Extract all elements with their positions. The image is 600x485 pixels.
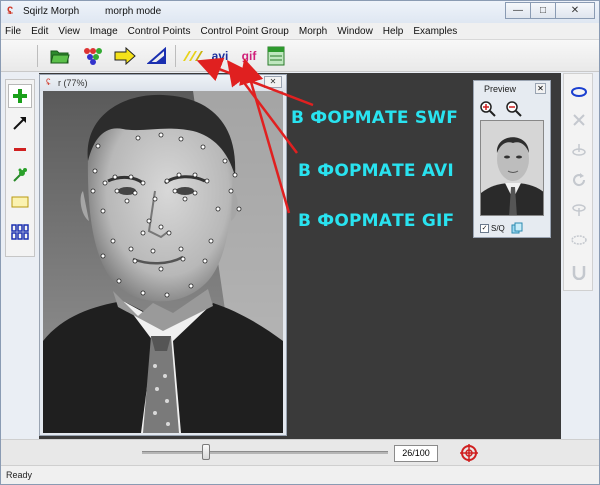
image-window-title: r (77%) xyxy=(58,78,88,88)
folder-icon xyxy=(50,50,70,64)
toolbar: avi gif xyxy=(1,40,599,72)
move-point-tool[interactable] xyxy=(8,163,32,187)
annotation-gif: В ФОРМАТЕ GIF xyxy=(298,211,455,231)
status-text: Ready xyxy=(6,470,33,480)
menu-bar: File Edit View Image Control Points Cont… xyxy=(1,23,599,40)
preview-window[interactable]: Preview ✕ ✓ S/Q xyxy=(473,80,551,238)
zoom-out-icon[interactable] xyxy=(506,101,522,117)
toolbar-separator xyxy=(37,45,38,67)
undo-tool[interactable] xyxy=(567,260,591,284)
frame-bar: 26/100 xyxy=(1,439,599,465)
arrow-icon xyxy=(13,117,26,130)
right-toolbar xyxy=(563,73,593,291)
window-controls: — □ ✕ xyxy=(505,2,595,20)
avi-label: avi xyxy=(211,49,229,63)
rectangle-tool[interactable] xyxy=(8,190,32,214)
menu-control-point-group[interactable]: Control Point Group xyxy=(200,26,288,37)
arrow-right-icon xyxy=(114,47,136,65)
rectangle-icon xyxy=(11,196,29,208)
delete-point-tool[interactable] xyxy=(8,137,32,161)
menu-examples[interactable]: Examples xyxy=(413,26,457,37)
image-window-icon: ʢ xyxy=(46,77,51,87)
grid-tool[interactable] xyxy=(8,220,32,244)
annotation-swf: В ФОРМАТЕ SWF xyxy=(291,108,459,128)
frame-slider-thumb[interactable] xyxy=(201,444,210,460)
frame-slider-track[interactable] xyxy=(142,451,388,454)
image-window-titlebar[interactable]: ʢ r (77%) ✕ xyxy=(40,75,286,91)
control-points-button[interactable] xyxy=(81,44,105,68)
image-window-close-button[interactable]: ✕ xyxy=(264,76,282,88)
app-title: Sqirlz Morph xyxy=(23,6,80,17)
menu-file[interactable]: File xyxy=(5,26,21,37)
app-icon: ʢ xyxy=(7,5,14,17)
flip-tool[interactable] xyxy=(567,108,591,132)
loop-label: S/Q xyxy=(491,223,505,233)
preview-close-button[interactable]: ✕ xyxy=(535,83,546,94)
triangle-icon xyxy=(147,47,166,64)
pin-icon xyxy=(13,168,27,182)
add-point-tool[interactable] xyxy=(8,84,32,108)
preview-title: Preview xyxy=(484,84,517,94)
preview-thumbnail xyxy=(480,120,544,216)
menu-control-points[interactable]: Control Points xyxy=(128,26,191,37)
minus-icon xyxy=(14,148,26,151)
rotate-up-icon xyxy=(572,144,586,156)
menu-edit[interactable]: Edit xyxy=(31,26,48,37)
minimize-button[interactable]: — xyxy=(505,2,531,19)
copy-icon[interactable] xyxy=(511,222,523,234)
menu-view[interactable]: View xyxy=(58,26,80,37)
morph-button[interactable] xyxy=(113,44,137,68)
save-swf-button[interactable] xyxy=(181,44,205,68)
app-window: ʢ Sqirlz Morph morph mode — □ ✕ File Edi… xyxy=(0,0,600,485)
loop-checkbox[interactable]: ✓ xyxy=(480,223,489,233)
rotate-down-icon xyxy=(572,204,586,216)
menu-image[interactable]: Image xyxy=(90,26,118,37)
left-toolbar xyxy=(5,79,35,257)
title-bar: ʢ Sqirlz Morph morph mode — □ ✕ xyxy=(1,1,599,23)
rotate-icon xyxy=(573,173,586,187)
rotate-down-tool[interactable] xyxy=(567,198,591,222)
group-tool[interactable] xyxy=(567,228,591,252)
annotation-avi: В ФОРМАТЕ AVI xyxy=(298,161,454,181)
zoom-in-icon[interactable] xyxy=(480,101,496,117)
portrait-photo[interactable] xyxy=(43,91,283,433)
grid-icon xyxy=(11,224,29,240)
rotate-up-tool[interactable] xyxy=(567,138,591,162)
select-tool[interactable] xyxy=(8,111,32,135)
gif-label: gif xyxy=(241,49,257,63)
rotate-tool[interactable] xyxy=(567,168,591,192)
save-gif-button[interactable]: gif xyxy=(237,44,261,68)
toolbar-separator xyxy=(175,45,176,67)
group-icon xyxy=(571,235,587,245)
menu-help[interactable]: Help xyxy=(383,26,404,37)
portrait-image xyxy=(43,91,283,433)
ellipse-tool[interactable] xyxy=(567,80,591,104)
magnet-icon xyxy=(572,266,586,280)
ellipse-icon xyxy=(571,87,587,97)
mode-label: morph mode xyxy=(105,6,162,17)
save-html-button[interactable] xyxy=(264,44,288,68)
plus-icon xyxy=(13,89,27,103)
status-bar: Ready xyxy=(1,465,599,484)
dots-icon xyxy=(84,48,102,65)
close-button[interactable]: ✕ xyxy=(555,2,595,19)
cross-icon xyxy=(573,114,585,126)
page-icon xyxy=(267,46,285,66)
save-avi-button[interactable]: avi xyxy=(208,44,232,68)
menu-morph[interactable]: Morph xyxy=(299,26,327,37)
maximize-button[interactable]: □ xyxy=(530,2,556,19)
frame-counter: 26/100 xyxy=(394,445,438,462)
open-button[interactable] xyxy=(48,44,72,68)
menu-window[interactable]: Window xyxy=(337,26,373,37)
target-icon[interactable] xyxy=(459,444,479,462)
swf-icon xyxy=(183,51,203,61)
warp-button[interactable] xyxy=(146,44,170,68)
preview-footer: ✓ S/Q xyxy=(480,222,523,234)
